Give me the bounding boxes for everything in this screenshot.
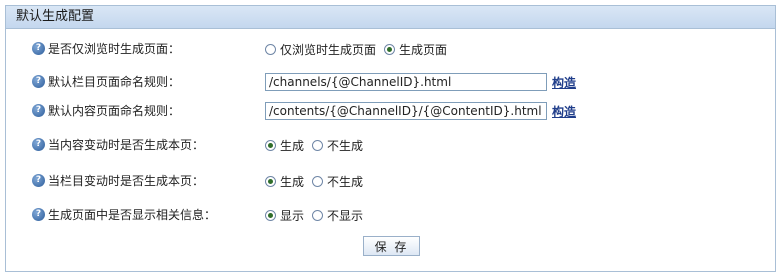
construct-link[interactable]: 构造 [552,74,576,91]
radio-label: 生成 [280,138,305,153]
config-panel: 默认生成配置 ? 是否仅浏览时生成页面： 仅浏览时生成页面 生成页面 ? 默认栏… [5,5,776,272]
radio-group: 显示 不显示 [265,205,371,225]
field-label: 当栏目变动时是否生成本页： [48,174,205,188]
radio-button[interactable] [265,139,276,151]
radio-label: 生成页面 [399,42,448,57]
radio-option-not-generate[interactable]: 不生成 [312,173,363,190]
radio-button[interactable] [265,43,276,55]
radio-label: 不显示 [327,208,364,223]
content-naming-input[interactable] [265,102,547,120]
field-label: 默认栏目页面命名规则： [48,75,181,89]
row-content-change: ? 当内容变动时是否生成本页： 生成 不生成 [6,135,775,157]
radio-option-generate[interactable]: 生成 [265,173,304,190]
radio-button[interactable] [265,209,276,221]
radio-button[interactable] [312,139,324,151]
radio-button[interactable] [312,175,324,187]
radio-option-generate[interactable]: 生成页面 [384,41,447,58]
radio-button[interactable] [384,43,396,55]
help-icon: ? [32,104,45,117]
radio-option-show[interactable]: 显示 [265,207,304,224]
row-channel-naming: ? 默认栏目页面命名规则： 构造 [6,72,775,94]
field-label: 当内容变动时是否生成本页： [48,138,205,152]
row-channel-change: ? 当栏目变动时是否生成本页： 生成 不生成 [6,171,775,193]
field-label: 生成页面中是否显示相关信息： [48,208,217,222]
radio-option-browse-only[interactable]: 仅浏览时生成页面 [265,41,376,58]
row-content-naming: ? 默认内容页面命名规则： 构造 [6,101,775,123]
radio-button[interactable] [312,209,324,221]
help-icon: ? [32,42,45,55]
radio-group: 生成 不生成 [265,171,371,191]
help-icon: ? [32,208,45,221]
row-show-info: ? 生成页面中是否显示相关信息： 显示 不显示 [6,205,775,227]
radio-option-hide[interactable]: 不显示 [312,207,363,224]
field-label: 默认内容页面命名规则： [48,104,181,118]
text-control: 构造 [265,72,576,92]
field-label: 是否仅浏览时生成页面： [48,42,181,56]
radio-label: 不生成 [327,138,364,153]
help-icon: ? [32,174,45,187]
help-icon: ? [32,138,45,151]
construct-link[interactable]: 构造 [552,103,576,120]
panel-title: 默认生成配置 [6,6,775,29]
help-icon: ? [32,75,45,88]
radio-option-not-generate[interactable]: 不生成 [312,137,363,154]
radio-button[interactable] [265,175,276,187]
radio-option-generate[interactable]: 生成 [265,137,304,154]
channel-naming-input[interactable] [265,73,547,91]
row-browse-generate: ? 是否仅浏览时生成页面： 仅浏览时生成页面 生成页面 [6,39,775,61]
radio-group: 生成 不生成 [265,135,371,155]
radio-label: 显示 [280,208,305,223]
radio-label: 生成 [280,174,305,189]
radio-group: 仅浏览时生成页面 生成页面 [265,39,455,59]
save-button[interactable]: 保 存 [363,236,420,256]
radio-label: 仅浏览时生成页面 [280,42,377,57]
text-control: 构造 [265,101,576,121]
radio-label: 不生成 [327,174,364,189]
